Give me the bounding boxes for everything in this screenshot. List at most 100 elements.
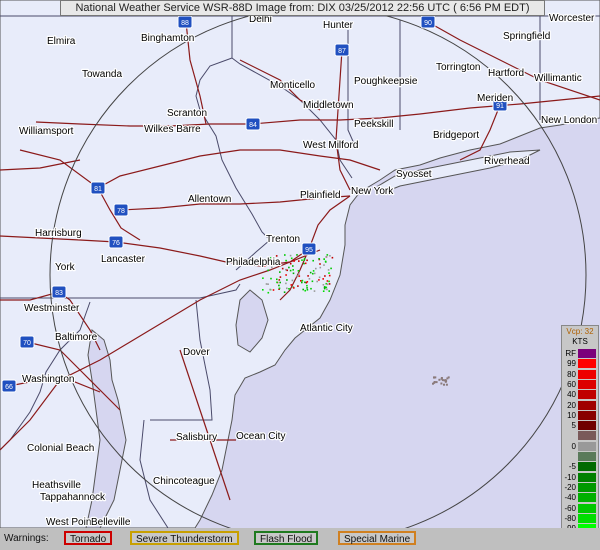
radar-echo [306, 259, 308, 262]
radar-echo [331, 256, 334, 259]
radar-echo [291, 279, 294, 282]
radar-echo [301, 281, 303, 284]
radar-echo [284, 254, 286, 256]
svg-text:95: 95 [305, 247, 313, 254]
radar-echo [306, 289, 309, 291]
radar-echo [326, 254, 329, 256]
radar-map: 88 90 87 84 81 78 76 83 70 66 95 91 Elmi… [0, 0, 600, 528]
radar-echo [296, 254, 298, 256]
radar-echo [293, 260, 295, 262]
city-label: Washington [22, 374, 74, 385]
radar-echo [325, 256, 327, 258]
city-label: Riverhead [484, 156, 530, 167]
radar-echo [307, 275, 309, 277]
radar-echo [318, 276, 321, 279]
city-label: Worcester [549, 13, 595, 24]
legend-swatch [578, 493, 596, 503]
radar-echo [306, 281, 309, 283]
interstate-shield: 90 [420, 15, 436, 29]
warning-tornado-button[interactable]: Tornado [64, 531, 113, 545]
city-label: Hartford [488, 68, 524, 79]
image-title: National Weather Service WSR-88D Image f… [60, 0, 545, 16]
radar-echo [289, 269, 292, 272]
radar-echo [322, 284, 325, 286]
radar-echo [267, 291, 270, 294]
city-label: Allentown [188, 194, 231, 205]
radar-echo [318, 258, 320, 260]
radar-echo [322, 290, 325, 292]
radar-echo [435, 381, 438, 384]
radar-echo [440, 382, 443, 385]
radar-echo [315, 267, 317, 270]
warnings-label: Warnings: [4, 533, 49, 544]
legend-swatch [578, 441, 596, 451]
radar-echo [279, 281, 281, 284]
interstate-shield: 76 [108, 235, 124, 249]
legend-swatch [578, 400, 596, 410]
city-label: Middletown [303, 100, 354, 111]
radar-echo [323, 264, 325, 266]
radar-echo [286, 287, 288, 290]
radar-echo [297, 285, 299, 287]
city-label: Wilkes Barre [144, 124, 201, 135]
radar-echo [285, 282, 287, 285]
radar-echo [434, 376, 437, 379]
city-label: Tappahannock [40, 492, 106, 503]
city-label: Willimantic [534, 73, 582, 84]
radar-echo [262, 289, 264, 291]
radar-echo [443, 379, 446, 382]
radar-echo [304, 281, 306, 284]
warning-flash-flood-button[interactable]: Flash Flood [254, 531, 319, 545]
city-label: Poughkeepsie [354, 76, 418, 87]
radar-echo [324, 260, 327, 263]
radar-echo [281, 267, 284, 270]
radar-echo [262, 277, 264, 279]
warnings-bar: Warnings: Tornado Severe Thunderstorm Fl… [0, 528, 600, 550]
city-label: Towanda [82, 69, 122, 80]
interstate-shield: 81 [90, 181, 106, 195]
legend-swatch [578, 462, 596, 472]
city-label: West Point [46, 517, 94, 528]
radar-echo [319, 266, 322, 269]
svg-text:87: 87 [338, 48, 346, 55]
radar-echo [443, 383, 445, 386]
radar-echo [297, 270, 300, 272]
interstate-shield: 87 [334, 43, 350, 57]
interstate-shield: 84 [245, 117, 261, 131]
svg-text:88: 88 [181, 20, 189, 27]
radar-echo [288, 266, 290, 269]
radar-echo [323, 286, 326, 288]
interstate-shield: 66 [1, 379, 17, 393]
svg-text:84: 84 [249, 122, 257, 129]
radar-echo [265, 283, 268, 285]
radar-echo [289, 262, 292, 265]
interstate-shield: 88 [177, 15, 193, 29]
radar-echo [312, 270, 315, 272]
svg-text:90: 90 [424, 20, 432, 27]
radar-echo [438, 378, 441, 381]
svg-text:70: 70 [23, 340, 31, 347]
radar-echo [328, 274, 331, 277]
city-label: Meriden [477, 93, 513, 104]
legend-swatch [578, 452, 596, 461]
city-label: Monticello [270, 80, 315, 91]
city-label: Belleville [91, 517, 131, 528]
warning-severe-thunderstorm-button[interactable]: Severe Thunderstorm [130, 531, 239, 545]
city-label: Williamsport [19, 126, 74, 137]
radar-echo [440, 377, 443, 379]
city-label: Atlantic City [300, 323, 353, 334]
city-label: Harrisburg [35, 228, 82, 239]
radar-echo [326, 288, 328, 291]
radar-echo [312, 272, 314, 275]
radar-echo [303, 262, 305, 265]
city-label: Hunter [323, 20, 354, 31]
radar-echo [316, 280, 318, 283]
city-label: New London [541, 115, 597, 126]
interstate-shield: 83 [51, 285, 67, 299]
radar-echo [318, 279, 320, 281]
radar-echo [288, 288, 290, 290]
svg-text:83: 83 [55, 290, 63, 297]
city-label: Elmira [47, 36, 76, 47]
warning-special-marine-button[interactable]: Special Marine [338, 531, 417, 545]
radar-echo [306, 284, 308, 287]
